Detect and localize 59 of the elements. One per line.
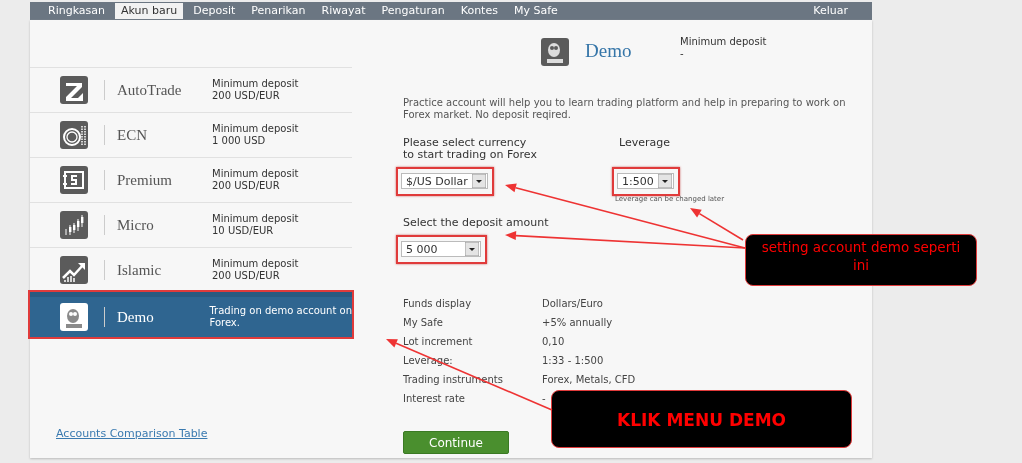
account-description: Minimum deposit 1 000 USD (212, 123, 299, 147)
info-label: Funds display (403, 298, 473, 310)
account-description: Trading on demo account on Forex. (209, 305, 352, 329)
caret-icon (658, 174, 672, 188)
nav-tab[interactable]: Akun baru (115, 3, 184, 19)
dropdown[interactable]: $/US Dollar (401, 173, 488, 189)
coin-stack-icon (60, 121, 88, 149)
account-name: AutoTrade (117, 81, 183, 99)
account-name: Micro (117, 216, 155, 234)
account-description: Minimum deposit 10 USD/EUR (212, 213, 299, 237)
continue-button[interactable]: Continue (403, 431, 509, 454)
owl-icon (60, 303, 88, 331)
currency-label: Please select currency to start trading on Forex (403, 137, 537, 161)
account-item[interactable]: Demo Trading on demo account on Forex. (30, 292, 352, 337)
info-value: 0,10 (542, 336, 566, 348)
info-value: - (542, 393, 547, 405)
logout-link[interactable]: Keluar (807, 3, 854, 19)
account-name: Premium (117, 171, 173, 189)
account-name: ECN (117, 126, 148, 144)
candlestick-chart-icon (60, 211, 88, 239)
account-item[interactable]: Micro Minimum deposit 10 USD/EUR (30, 202, 352, 247)
nav-tab[interactable]: Riwayat (315, 3, 372, 19)
info-value: +5% annually (542, 317, 614, 329)
info-value: 1:33 - 1:500 (542, 355, 605, 367)
nav-tab[interactable]: My Safe (507, 3, 564, 19)
account-description: Minimum deposit 200 USD/EUR (212, 168, 299, 192)
owl-icon (541, 38, 569, 66)
account-name: Demo (116, 308, 155, 326)
annotation-callout: setting account demo seperti ini (745, 234, 977, 286)
info-label: My Safe (403, 317, 444, 329)
caret-icon (472, 174, 486, 188)
nav-tab[interactable]: Pengaturan (375, 3, 451, 19)
leverage-label: Leverage (619, 137, 670, 149)
account-description: Practice account will help you to learn trading platform and help in preparing to work on Forex market. No deposit reqired. (403, 97, 847, 121)
info-value: Dollars/Euro (542, 298, 604, 310)
info-label: Interest rate (403, 393, 467, 405)
nav-tab[interactable]: Ringkasan (42, 3, 111, 19)
nav-tab[interactable]: Penarikan (245, 3, 312, 19)
growth-chart-icon (60, 256, 88, 284)
info-value: Forex, Metals, CFD (542, 374, 637, 386)
comparison-table-link[interactable]: Accounts Comparison Table (56, 427, 352, 440)
account-item[interactable]: AutoTrade Minimum deposit 200 USD/EUR (30, 67, 352, 112)
annotation-callout: KLIK MENU DEMO (551, 390, 852, 448)
deposit-label: Select the deposit amount (403, 217, 549, 229)
dropdown[interactable]: 5 000 (401, 241, 481, 257)
account-title: Demo (585, 40, 633, 62)
minimum-deposit: Minimum deposit - (680, 36, 767, 60)
account-description: Minimum deposit 200 USD/EUR (212, 78, 299, 102)
account-item[interactable]: Premium Minimum deposit 200 USD/EUR (30, 157, 352, 202)
nav-tab[interactable]: Deposit (187, 3, 242, 19)
account-name: Islamic (117, 261, 163, 279)
arrow-logo-icon (60, 76, 88, 104)
info-label: Lot increment (403, 336, 474, 348)
caret-icon (465, 242, 479, 256)
account-item[interactable]: ECN Minimum deposit 1 000 USD (30, 112, 352, 157)
dropdown[interactable]: 1:500 (617, 173, 674, 189)
banknote-icon (60, 166, 88, 194)
nav-tab[interactable]: Kontes (454, 3, 504, 19)
account-description: Minimum deposit 200 USD/EUR (212, 258, 299, 282)
